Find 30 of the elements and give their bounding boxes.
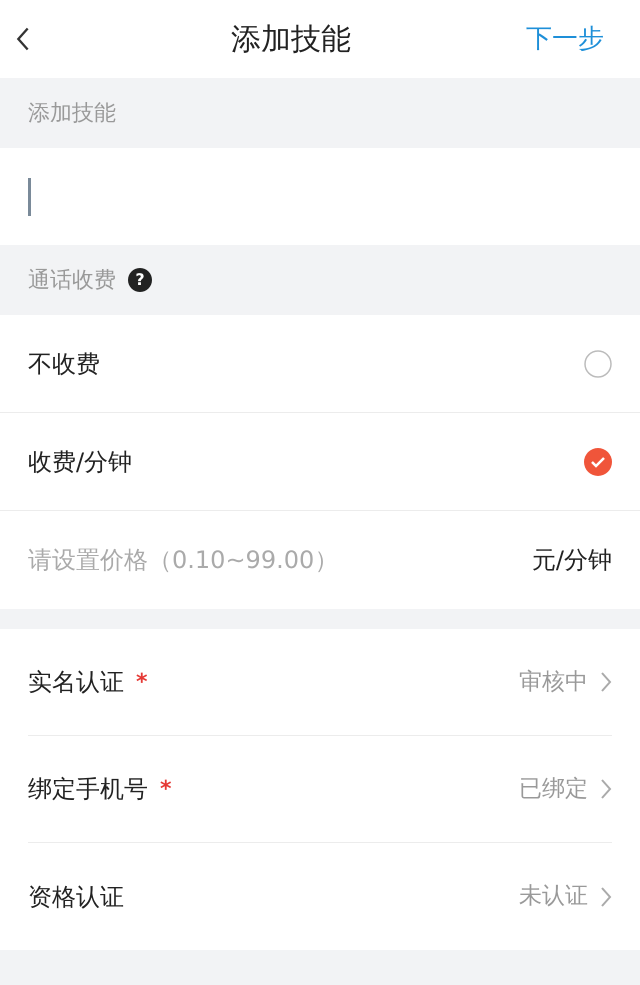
row-label: 实名认证	[28, 667, 124, 698]
required-mark: *	[160, 776, 172, 804]
status-text: 未认证	[519, 882, 588, 912]
row-label: 绑定手机号	[28, 774, 148, 805]
help-icon[interactable]: ?	[128, 268, 152, 292]
fee-option[interactable]: 收费/分钟	[0, 413, 640, 511]
required-mark: *	[136, 668, 148, 696]
option-label: 收费/分钟	[28, 446, 132, 478]
fee-option[interactable]: 不收费	[0, 315, 640, 413]
page-title: 添加技能	[231, 20, 351, 58]
verification-row[interactable]: 实名认证 * 审核中	[28, 629, 612, 736]
checked-radio-icon[interactable]	[584, 448, 612, 476]
back-icon	[16, 26, 30, 52]
status-text: 审核中	[519, 668, 588, 697]
skill-input-field[interactable]	[0, 148, 640, 245]
text-cursor	[28, 178, 31, 216]
section-label: 通话收费	[28, 266, 116, 294]
option-label: 不收费	[28, 348, 100, 380]
chevron-right-icon	[600, 886, 612, 908]
unit-label: 元/分钟	[532, 545, 612, 576]
section-label: 添加技能	[28, 100, 116, 128]
next-step-button[interactable]: 下一步	[526, 20, 624, 58]
verification-row[interactable]: 绑定手机号 * 已绑定	[28, 736, 612, 843]
chevron-right-icon	[600, 671, 612, 693]
price-input-field[interactable]: 请设置价格（0.10~99.00）	[28, 542, 428, 578]
status-text: 已绑定	[519, 774, 588, 804]
radio-icon[interactable]	[584, 350, 612, 378]
chevron-right-icon	[600, 778, 612, 800]
row-label: 资格认证	[28, 882, 124, 912]
verification-row[interactable]: 资格认证 未认证	[28, 843, 612, 950]
